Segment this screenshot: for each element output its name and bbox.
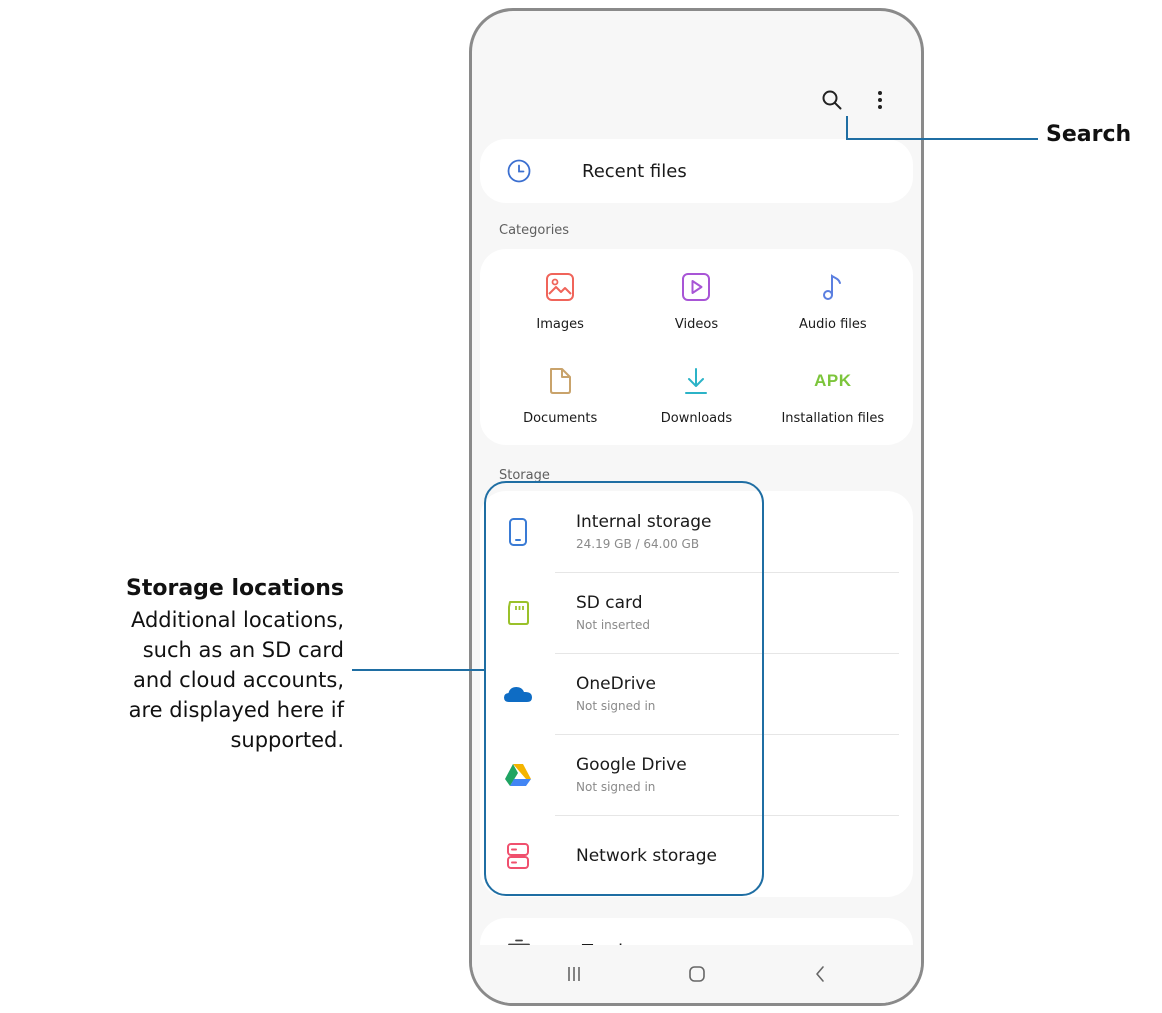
category-videos[interactable]: Videos: [628, 257, 764, 351]
home-button[interactable]: [677, 959, 717, 989]
search-button[interactable]: [819, 87, 845, 113]
home-icon: [688, 966, 705, 982]
recents-icon: [567, 967, 580, 981]
storage-highlight-box: [484, 481, 764, 896]
more-vert-icon: [878, 91, 882, 109]
recents-button[interactable]: [554, 959, 594, 989]
category-downloads[interactable]: Downloads: [628, 351, 764, 445]
apk-icon: APK: [814, 371, 852, 390]
more-options-button[interactable]: [867, 87, 893, 113]
storage-callout-line: [352, 669, 484, 671]
download-icon: [680, 363, 712, 399]
recent-files-label: Recent files: [582, 160, 687, 182]
search-icon: [822, 90, 842, 110]
storage-callout-line-3: and cloud accounts,: [132, 668, 344, 692]
category-images[interactable]: Images: [492, 257, 628, 351]
image-icon: [544, 269, 576, 305]
category-audio-files[interactable]: Audio files: [765, 257, 901, 351]
search-callout-line-horizontal: [846, 138, 1038, 140]
category-label: Images: [536, 317, 584, 332]
storage-callout-line-2: such as an SD card: [142, 638, 344, 662]
storage-callout: Storage locations Additional locations, …: [0, 573, 344, 755]
category-documents[interactable]: Documents: [492, 351, 628, 445]
categories-title: Categories: [499, 223, 570, 238]
toolbar: [819, 87, 893, 113]
storage-callout-line-5: supported.: [230, 728, 344, 752]
search-callout-label: Search: [1046, 122, 1132, 147]
back-icon: [815, 966, 824, 982]
video-icon: [680, 269, 712, 305]
category-label: Audio files: [798, 317, 867, 332]
category-label: Videos: [674, 317, 719, 332]
navigation-bar: [472, 945, 921, 1003]
category-installation-files[interactable]: APK Installation files: [765, 351, 901, 445]
music-note-icon: [817, 269, 849, 305]
document-icon: [544, 363, 576, 399]
clock-icon: [504, 156, 534, 186]
recent-files-row[interactable]: Recent files: [480, 139, 913, 203]
category-label: Documents: [523, 411, 598, 426]
storage-callout-line-4: are displayed here if: [128, 698, 344, 722]
category-label: Installation files: [781, 411, 885, 426]
search-callout-line-vertical: [846, 116, 848, 140]
categories-card: Images Videos Audio files Documents Down…: [480, 249, 913, 445]
storage-callout-title: Storage locations: [126, 576, 344, 601]
back-button[interactable]: [800, 959, 840, 989]
category-label: Downloads: [660, 411, 733, 426]
storage-callout-line-1: Additional locations,: [130, 608, 344, 632]
